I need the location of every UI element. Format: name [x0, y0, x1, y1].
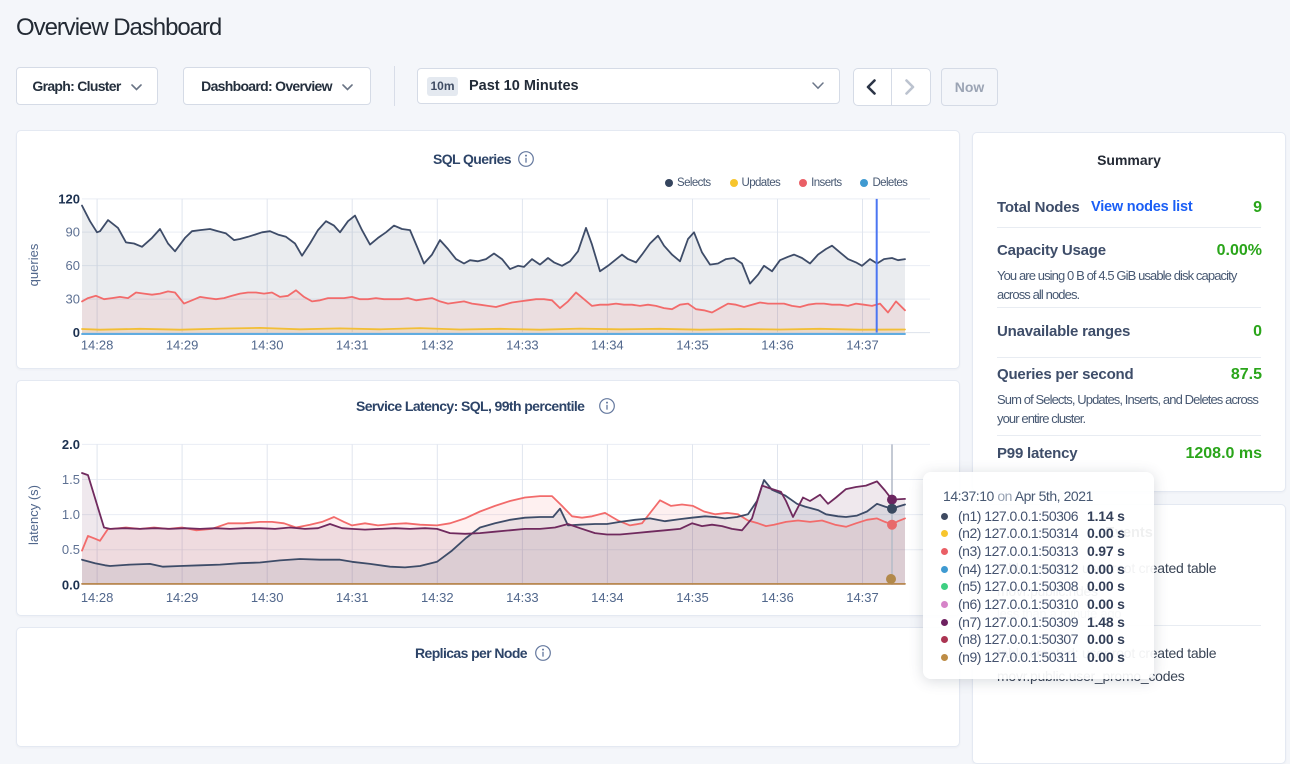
svg-text:14:31: 14:31 [336, 338, 369, 353]
svg-text:14:33: 14:33 [506, 338, 539, 353]
svg-text:0.0: 0.0 [62, 577, 80, 592]
svg-text:14:36: 14:36 [761, 590, 794, 605]
svg-text:14:36: 14:36 [761, 338, 794, 353]
svg-text:120: 120 [58, 191, 80, 206]
svg-text:14:35: 14:35 [676, 590, 709, 605]
svg-text:14:29: 14:29 [166, 338, 199, 353]
svg-text:2.0: 2.0 [62, 436, 80, 451]
svg-text:1.0: 1.0 [62, 507, 80, 522]
svg-text:14:28: 14:28 [81, 590, 114, 605]
svg-text:14:32: 14:32 [421, 590, 454, 605]
svg-text:14:34: 14:34 [591, 590, 624, 605]
svg-text:1.5: 1.5 [62, 472, 80, 487]
svg-text:14:37: 14:37 [846, 590, 879, 605]
svg-text:14:29: 14:29 [166, 590, 199, 605]
svg-text:90: 90 [66, 225, 80, 240]
svg-text:latency (s): latency (s) [26, 485, 41, 545]
svg-text:14:28: 14:28 [81, 338, 114, 353]
svg-text:14:33: 14:33 [506, 590, 539, 605]
svg-text:14:30: 14:30 [251, 590, 284, 605]
svg-text:14:34: 14:34 [591, 338, 624, 353]
svg-text:0.5: 0.5 [62, 542, 80, 557]
svg-text:14:32: 14:32 [421, 338, 454, 353]
svg-text:30: 30 [66, 292, 80, 307]
svg-text:60: 60 [66, 258, 80, 273]
svg-text:14:30: 14:30 [251, 338, 284, 353]
svg-text:queries: queries [26, 243, 41, 286]
svg-text:14:31: 14:31 [336, 590, 369, 605]
svg-text:14:37: 14:37 [846, 338, 879, 353]
svg-text:14:35: 14:35 [676, 338, 709, 353]
svg-text:0: 0 [73, 325, 80, 340]
